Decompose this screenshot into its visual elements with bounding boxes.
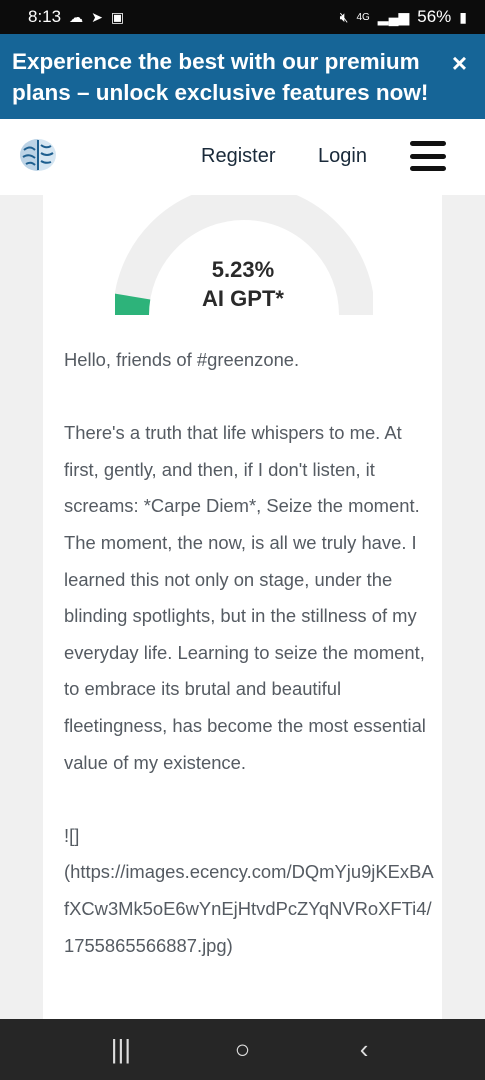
cloud-icon: ☁ [69,8,84,25]
post-image-link[interactable]: ![] (https://images.ecency.com/DQmYju9jK… [64,818,436,964]
brain-logo-icon[interactable] [18,135,58,175]
mute-icon: 🔇︎ [339,8,349,25]
battery-icon: ▮ [459,8,467,25]
post-card: 5.23% AI GPT* Hello, friends of #greenzo… [43,195,442,1019]
android-nav-bar: ||| ○ ‹ [0,1019,485,1080]
signal-icon: ▂▄▆ [377,8,410,25]
network-type: 4G [356,11,370,23]
status-right: 🔇︎ 4G ▂▄▆ 56% ▮ [340,7,467,27]
status-bar: 8:13 ☁ ➤ ▣ 🔇︎ 4G ▂▄▆ 56% ▮ [0,0,485,34]
site-header: Register Login [0,119,485,195]
gauge-readout: 5.23% AI GPT* [123,255,363,313]
telegram-icon: ➤ [91,8,103,25]
gauge-label: AI GPT* [202,286,284,311]
promo-banner-text: Experience the best with our premium pla… [12,49,429,105]
status-time: 8:13 [28,7,62,26]
post-body: Hello, friends of #greenzone. There's a … [64,342,436,964]
post-paragraph: Hello, friends of #greenzone. [64,349,300,370]
login-link[interactable]: Login [318,145,367,168]
post-paragraph: There's a truth that life whispers to me… [64,422,426,773]
back-icon[interactable]: ‹ [334,1034,394,1065]
promo-banner[interactable]: Experience the best with our premium pla… [0,34,485,119]
close-icon[interactable]: × [452,48,467,79]
battery-level: 56% [417,7,452,26]
gauge-percent: 5.23% [211,257,275,282]
status-left: 8:13 ☁ ➤ ▣ [28,7,124,27]
home-icon[interactable]: ○ [212,1034,272,1065]
gallery-icon: ▣ [110,8,125,25]
hamburger-menu-icon[interactable] [410,141,446,171]
register-link[interactable]: Register [201,145,275,168]
recent-apps-icon[interactable]: ||| [91,1034,151,1065]
main-content[interactable]: 5.23% AI GPT* Hello, friends of #greenzo… [0,195,485,1019]
